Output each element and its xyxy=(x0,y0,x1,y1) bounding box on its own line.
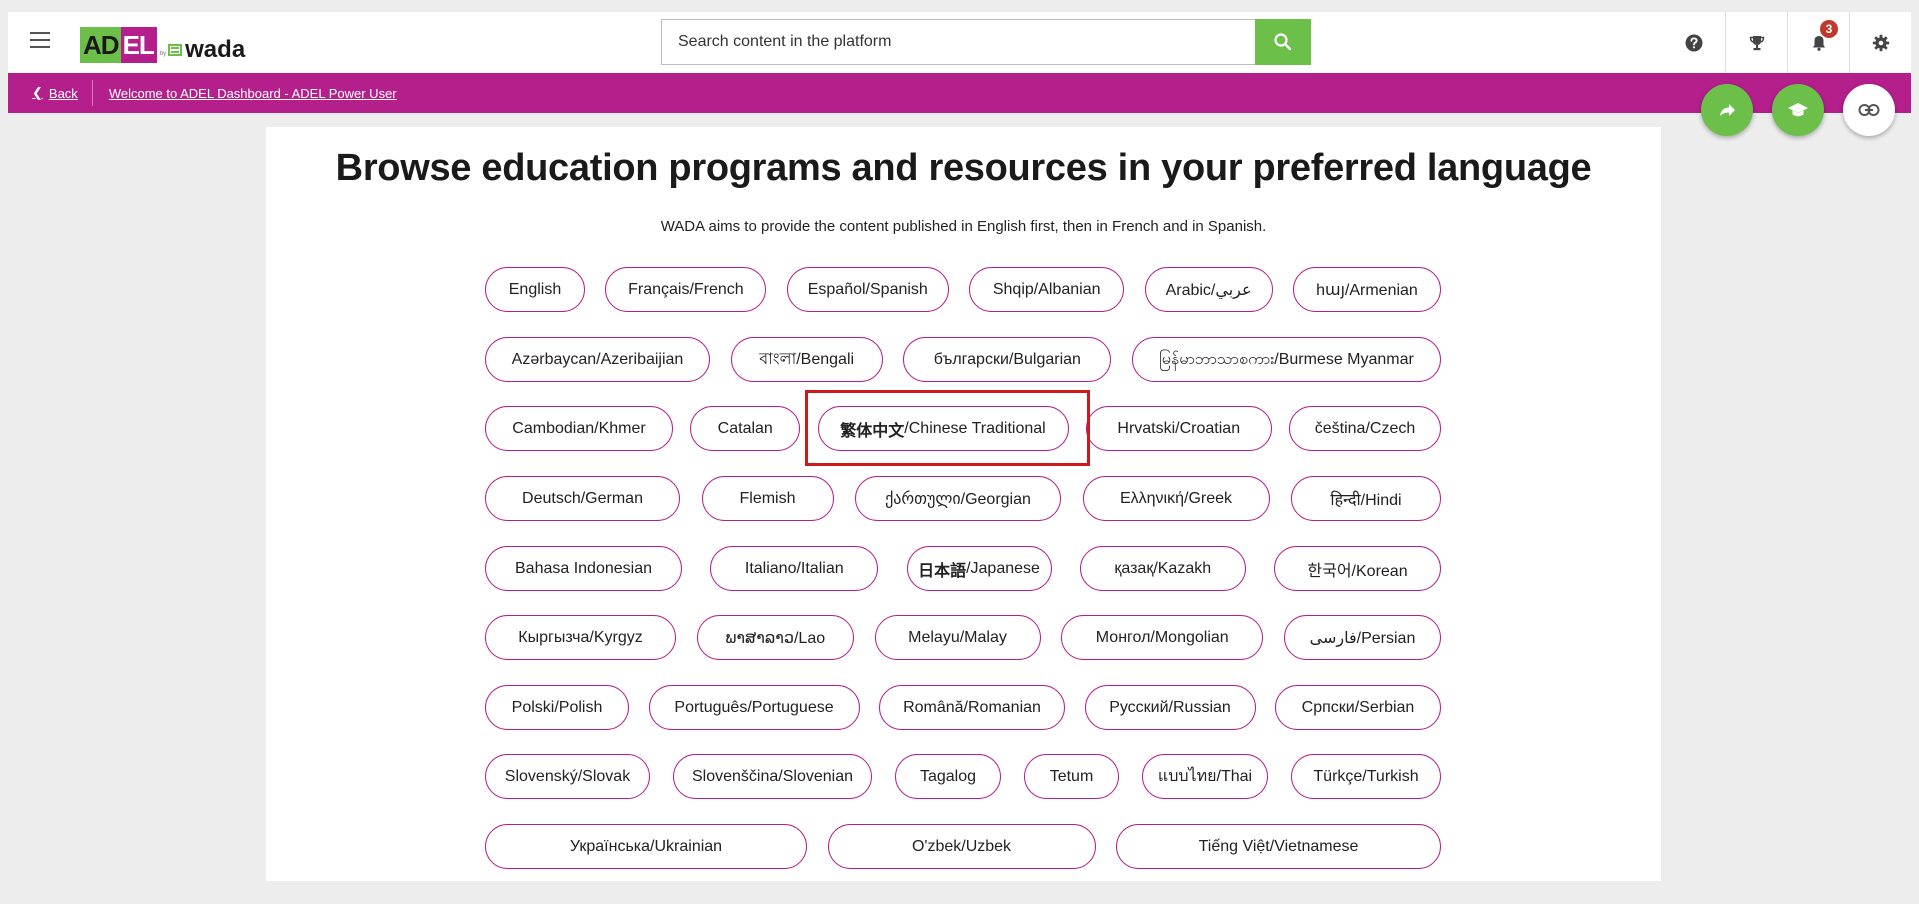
language-button-russian[interactable]: Русский/Russian xyxy=(1084,685,1256,730)
language-button-japanese[interactable]: 日本語/Japanese xyxy=(906,546,1052,591)
language-row: Cambodian/Khmer Catalan 繁体中文/Chinese Tra… xyxy=(485,406,1441,451)
chevron-left-icon: ❮ xyxy=(32,85,43,100)
language-button-french[interactable]: Français/French xyxy=(605,267,767,312)
logo-wada: wada xyxy=(185,36,246,63)
language-button-spanish[interactable]: Español/Spanish xyxy=(786,267,949,312)
page-subtitle: WADA aims to provide the content publish… xyxy=(660,218,1267,235)
logo-el: EL xyxy=(120,27,157,63)
language-button-tagalog[interactable]: Tagalog xyxy=(895,754,1001,799)
language-row: Polski/Polish Português/Portuguese Român… xyxy=(485,685,1441,730)
language-button-indonesian[interactable]: Bahasa Indonesian xyxy=(485,546,682,591)
menu-icon[interactable] xyxy=(30,32,50,48)
settings-button[interactable] xyxy=(1849,12,1911,73)
share-button[interactable] xyxy=(1701,84,1753,136)
language-button-lao[interactable]: ພາສາລາວ/Lao xyxy=(696,615,854,660)
language-button-georgian[interactable]: ქართული/Georgian xyxy=(855,476,1061,521)
search-button[interactable] xyxy=(1255,19,1311,65)
chinese-native-name: 繁体中文 xyxy=(840,422,905,440)
language-button-czech[interactable]: čeština/Czech xyxy=(1289,406,1441,451)
language-row: Deutsch/German Flemish ქართული/Georgian … xyxy=(485,476,1441,521)
language-button-portuguese[interactable]: Português/Portuguese xyxy=(648,685,860,730)
language-row: Azərbaycan/Azeribaijian বাংলা/Bengali бъ… xyxy=(485,337,1441,382)
notification-badge: 3 xyxy=(1820,20,1838,38)
top-bar: AD EL by wada 3 xyxy=(8,12,1911,73)
gear-icon xyxy=(1872,34,1889,51)
language-button-kazakh[interactable]: қазақ/Kazakh xyxy=(1079,546,1246,591)
search-bar xyxy=(661,19,1311,65)
language-button-polish[interactable]: Polski/Polish xyxy=(485,685,629,730)
language-panel: Browse education programs and resources … xyxy=(266,127,1661,881)
link-icon xyxy=(1858,104,1880,116)
search-input[interactable] xyxy=(661,19,1255,65)
language-button-albanian[interactable]: Shqip/Albanian xyxy=(969,267,1125,312)
language-button-bengali[interactable]: বাংলা/Bengali xyxy=(730,337,883,382)
share-icon xyxy=(1720,104,1735,116)
notifications-button[interactable]: 3 xyxy=(1787,12,1849,73)
language-button-tetum[interactable]: Tetum xyxy=(1024,754,1119,799)
language-row: Кыргызча/Kyrgyz ພາສາລາວ/Lao Melayu/Malay… xyxy=(485,615,1441,660)
breadcrumb-dashboard[interactable]: Welcome to ADEL Dashboard - ADEL Power U… xyxy=(93,86,397,101)
language-button-italian[interactable]: Italiano/Italian xyxy=(710,546,879,591)
language-button-hindi[interactable]: हिन्दी/Hindi xyxy=(1291,476,1441,521)
trophy-icon xyxy=(1749,35,1764,50)
language-button-slovenian[interactable]: Slovenščina/Slovenian xyxy=(673,754,872,799)
back-label: Back xyxy=(48,85,78,101)
language-button-slovak[interactable]: Slovenský/Slovak xyxy=(485,754,650,799)
language-button-burmese[interactable]: မြန်မာဘာသာစကား/Burmese Myanmar xyxy=(1131,337,1441,382)
language-button-turkish[interactable]: Türkçe/Turkish xyxy=(1291,754,1441,799)
logo-ad: AD xyxy=(80,27,121,63)
breadcrumb-bar: ❮ Back Welcome to ADEL Dashboard - ADEL … xyxy=(8,73,1911,113)
language-button-bulgarian[interactable]: български/Bulgarian xyxy=(903,337,1112,382)
language-button-arabic[interactable]: Arabic/عربي xyxy=(1144,267,1273,312)
language-button-romanian[interactable]: Română/Romanian xyxy=(879,685,1065,730)
search-icon xyxy=(1274,33,1292,51)
language-button-malay[interactable]: Melayu/Malay xyxy=(874,615,1041,660)
language-button-vietnamese[interactable]: Tiếng Việt/Vietnamese xyxy=(1116,824,1441,869)
language-row: English Français/French Español/Spanish … xyxy=(485,267,1441,312)
language-button-croatian[interactable]: Hrvatski/Croatian xyxy=(1085,406,1272,451)
japanese-english-name: /Japanese xyxy=(966,559,1040,577)
language-button-azerbaijani[interactable]: Azərbaycan/Azeribaijian xyxy=(485,337,710,382)
language-row: Slovenský/Slovak Slovenščina/Slovenian T… xyxy=(485,754,1441,799)
achievements-button[interactable] xyxy=(1725,12,1787,73)
language-row: Українська/Ukrainian O'zbek/Uzbek Tiếng … xyxy=(485,824,1441,869)
chinese-english-name: /Chinese Traditional xyxy=(904,419,1046,437)
language-button-serbian[interactable]: Српски/Serbian xyxy=(1275,685,1441,730)
adel-logo[interactable]: AD EL by wada xyxy=(80,21,245,63)
wada-mark-icon xyxy=(168,44,183,56)
language-button-mongolian[interactable]: Монгол/Mongolian xyxy=(1061,615,1264,660)
language-button-armenian[interactable]: hայ/Armenian xyxy=(1292,267,1441,312)
graduation-cap-icon xyxy=(1788,103,1808,117)
logo-by: by xyxy=(159,51,167,57)
back-link[interactable]: ❮ Back xyxy=(8,80,93,106)
language-button-english[interactable]: English xyxy=(485,267,585,312)
header-actions: 3 xyxy=(1663,12,1911,73)
language-button-thai[interactable]: แบบไทย/Thai xyxy=(1142,754,1268,799)
language-button-kyrgyz[interactable]: Кыргызча/Kyrgyz xyxy=(485,615,676,660)
language-button-greek[interactable]: Ελληνική/Greek xyxy=(1082,476,1270,521)
language-button-ukrainian[interactable]: Українська/Ukrainian xyxy=(485,824,807,869)
language-button-persian[interactable]: فارسی/Persian xyxy=(1284,615,1441,660)
language-button-german[interactable]: Deutsch/German xyxy=(485,476,680,521)
language-row: Bahasa Indonesian Italiano/Italian 日本語/J… xyxy=(485,546,1441,591)
language-button-khmer[interactable]: Cambodian/Khmer xyxy=(485,406,673,451)
language-button-catalan[interactable]: Catalan xyxy=(690,406,801,451)
page-title: Browse education programs and resources … xyxy=(335,147,1592,189)
learning-button[interactable] xyxy=(1772,84,1824,136)
language-button-chinese-traditional[interactable]: 繁体中文/Chinese Traditional xyxy=(817,406,1069,451)
help-icon xyxy=(1685,34,1703,51)
help-button[interactable] xyxy=(1663,12,1725,73)
copy-link-button[interactable] xyxy=(1843,84,1895,136)
language-button-korean[interactable]: 한국어/Korean xyxy=(1274,546,1441,591)
language-button-flemish[interactable]: Flemish xyxy=(701,476,834,521)
language-button-uzbek[interactable]: O'zbek/Uzbek xyxy=(827,824,1096,869)
japanese-native-name: 日本語 xyxy=(918,562,967,580)
